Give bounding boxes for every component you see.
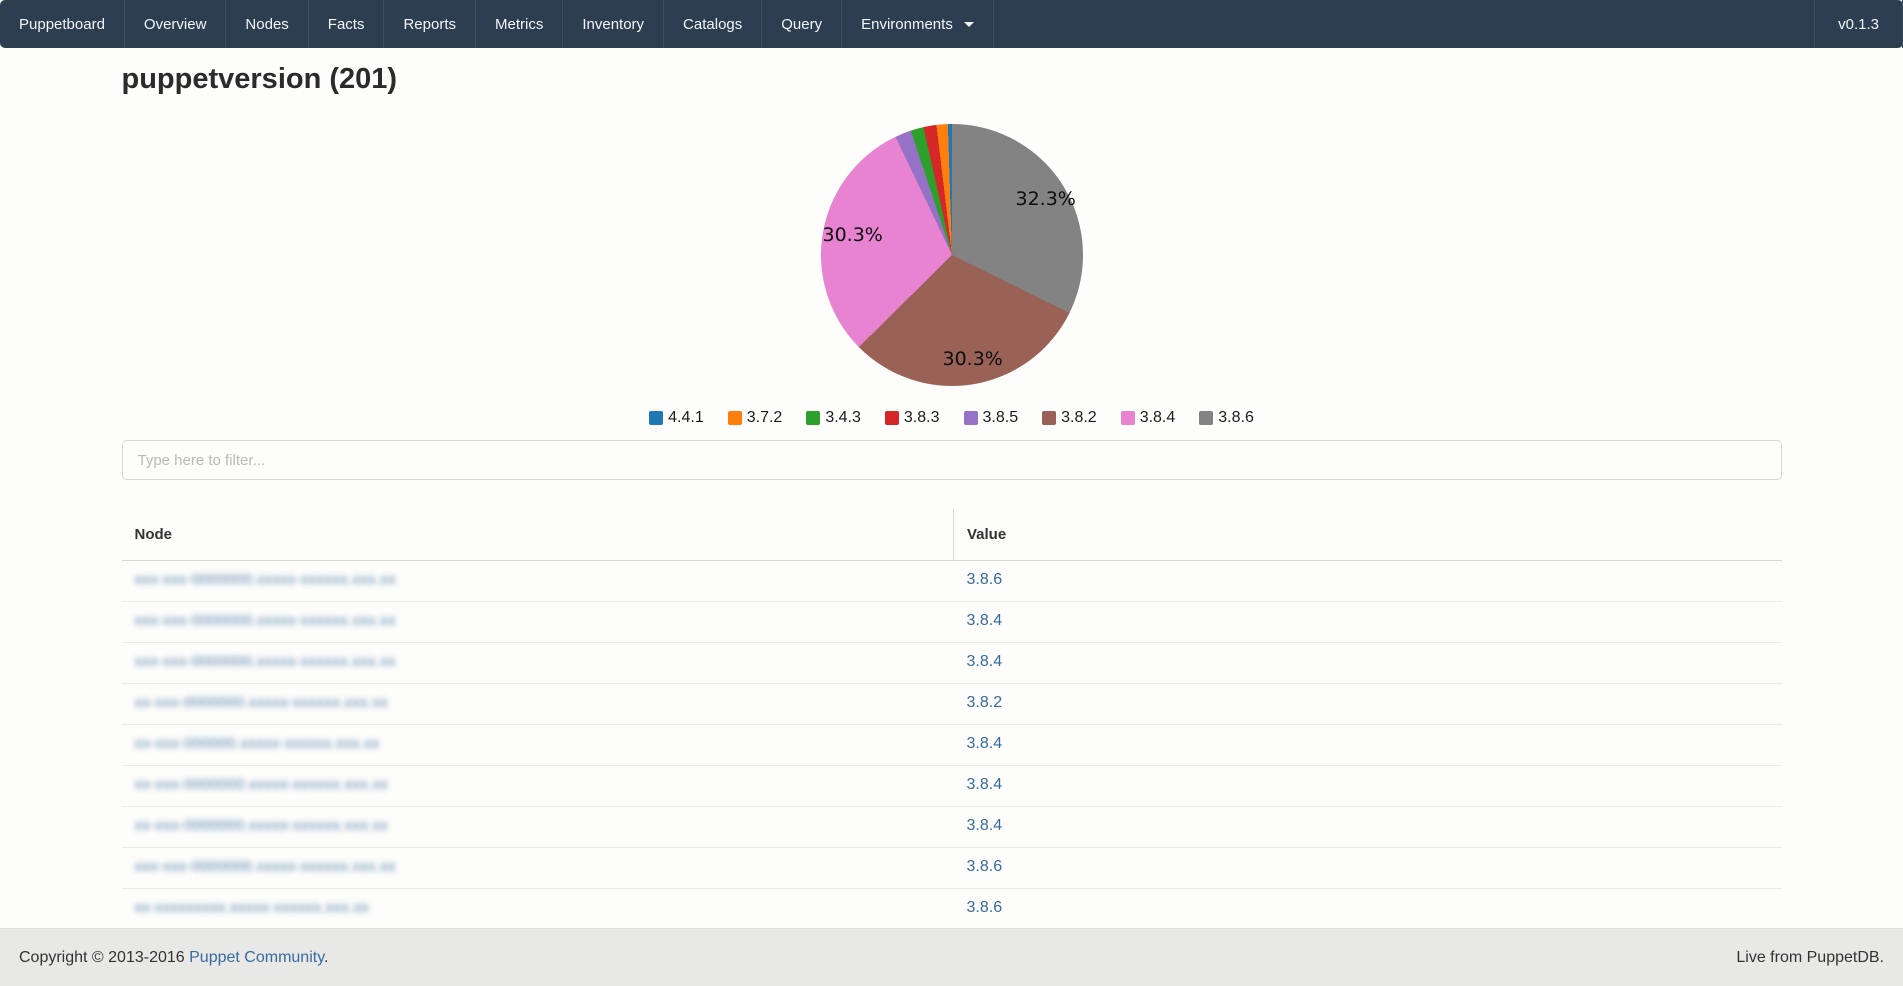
table-header-row: Node Value — [122, 509, 1782, 561]
value-link[interactable]: 3.8.4 — [967, 612, 1003, 629]
footer-status: Live from PuppetDB. — [1736, 949, 1884, 967]
node-link[interactable]: xx-xxx-000000.xxxxx-xxxxxx.xxx.xx — [135, 735, 380, 752]
legend-swatch-icon — [728, 411, 742, 425]
table-row: xx-xxx-0000000.xxxxx-xxxxxx.xxx.xx 3.8.4 — [122, 807, 1782, 848]
nav-item-environments[interactable]: Environments — [842, 0, 994, 48]
node-link[interactable]: xx-xxx-0000000.xxxxx-xxxxxx.xxx.xx — [135, 694, 389, 711]
legend-swatch-icon — [1042, 411, 1056, 425]
legend-item: 3.8.2 — [1042, 409, 1097, 427]
main-content: puppetversion (201) 32.3% 30.3% 30.3% 4.4.… — [122, 60, 1782, 930]
legend-item: 3.8.6 — [1199, 409, 1254, 427]
table-row: xx-xxx-0000000.xxxxx-xxxxxx.xxx.xx 3.8.2 — [122, 684, 1782, 725]
pie-legend: 4.4.1 3.7.2 3.4.3 3.8.3 3.8.5 3.8.2 3.8.4 3.8.6 — [122, 409, 1782, 427]
legend-swatch-icon — [806, 411, 820, 425]
legend-swatch-icon — [964, 411, 978, 425]
nav-item-facts[interactable]: Facts — [309, 0, 385, 48]
value-link[interactable]: 3.8.6 — [967, 899, 1003, 916]
node-link[interactable]: xxx-xxx-0000000.xxxxx-xxxxxx.xxx.xx — [135, 653, 396, 670]
table-row: xxx-xxx-0000000.xxxxx-xxxxxx.xxx.xx 3.8.6 — [122, 848, 1782, 889]
table-row: xx-xxx-0000000.xxxxx-xxxxxx.xxx.xx 3.8.4 — [122, 766, 1782, 807]
legend-label: 3.7.2 — [747, 409, 783, 427]
column-header-value: Value — [954, 509, 1782, 561]
value-link[interactable]: 3.8.4 — [967, 653, 1003, 670]
pie-percent-label: 30.3% — [823, 224, 883, 246]
footer-copyright: Copyright © 2013-2016 Puppet Community. — [19, 949, 328, 967]
nav-item-query[interactable]: Query — [762, 0, 842, 48]
footer: Copyright © 2013-2016 Puppet Community. … — [0, 928, 1903, 986]
legend-swatch-icon — [649, 411, 663, 425]
pie-chart: 32.3% 30.3% 30.3% — [821, 124, 1083, 386]
fact-table: Node Value xxx-xxx-0000000.xxxxx-xxxxxx.… — [122, 509, 1782, 930]
legend-label: 3.8.5 — [983, 409, 1019, 427]
node-link[interactable]: xx-xxx-0000000.xxxxx-xxxxxx.xxx.xx — [135, 817, 389, 834]
navbar: PuppetboardOverviewNodesFactsReportsMetr… — [0, 0, 1903, 48]
pie-percent-label: 30.3% — [943, 348, 1003, 370]
filter-input[interactable] — [122, 440, 1782, 480]
table-row: xxx-xxx-0000000.xxxxx-xxxxxx.xxx.xx 3.8.4 — [122, 602, 1782, 643]
pie-percent-label: 32.3% — [1016, 188, 1076, 210]
table-row: xxx-xxx-0000000.xxxxx-xxxxxx.xxx.xx 3.8.4 — [122, 643, 1782, 684]
legend-swatch-icon — [1199, 411, 1213, 425]
navbar-spacer — [994, 0, 1814, 48]
legend-label: 3.8.6 — [1218, 409, 1254, 427]
legend-swatch-icon — [885, 411, 899, 425]
value-link[interactable]: 3.8.6 — [967, 571, 1003, 588]
legend-label: 4.4.1 — [668, 409, 704, 427]
legend-swatch-icon — [1121, 411, 1135, 425]
legend-label: 3.8.2 — [1061, 409, 1097, 427]
table-row: xx-xxx-000000.xxxxx-xxxxxx.xxx.xx 3.8.4 — [122, 725, 1782, 766]
value-link[interactable]: 3.8.2 — [967, 694, 1003, 711]
node-link[interactable]: xxx-xxx-0000000.xxxxx-xxxxxx.xxx.xx — [135, 571, 396, 588]
legend-label: 3.8.4 — [1140, 409, 1176, 427]
legend-item: 3.7.2 — [728, 409, 783, 427]
legend-label: 3.4.3 — [825, 409, 861, 427]
chevron-down-icon — [964, 22, 974, 27]
legend-label: 3.8.3 — [904, 409, 940, 427]
column-header-node: Node — [122, 509, 954, 561]
nav-item-inventory[interactable]: Inventory — [563, 0, 664, 48]
value-link[interactable]: 3.8.4 — [967, 817, 1003, 834]
puppet-community-link[interactable]: Puppet Community — [189, 949, 324, 966]
nav-item-catalogs[interactable]: Catalogs — [664, 0, 762, 48]
legend-item: 3.8.3 — [885, 409, 940, 427]
value-link[interactable]: 3.8.4 — [967, 776, 1003, 793]
pie-graphic — [821, 124, 1083, 386]
node-link[interactable]: xxx-xxx-0000000.xxxxx-xxxxxx.xxx.xx — [135, 858, 396, 875]
node-link[interactable]: xx-xxx-0000000.xxxxx-xxxxxx.xxx.xx — [135, 776, 389, 793]
nav-item-reports[interactable]: Reports — [384, 0, 476, 48]
version-label: v0.1.3 — [1838, 16, 1879, 33]
version-badge: v0.1.3 — [1814, 0, 1903, 48]
legend-item: 3.4.3 — [806, 409, 861, 427]
value-link[interactable]: 3.8.6 — [967, 858, 1003, 875]
legend-item: 3.8.4 — [1121, 409, 1176, 427]
nav-item-nodes[interactable]: Nodes — [226, 0, 308, 48]
table-row: xxx-xxx-0000000.xxxxx-xxxxxx.xxx.xx 3.8.6 — [122, 561, 1782, 602]
table-row: xx-xxxxxxxxx.xxxxx-xxxxxx.xxx.xx 3.8.6 — [122, 889, 1782, 930]
nav-item-overview[interactable]: Overview — [125, 0, 227, 48]
page-title: puppetversion (201) — [122, 60, 1782, 98]
nav-item-puppetboard[interactable]: Puppetboard — [0, 0, 125, 48]
node-link[interactable]: xx-xxxxxxxxx.xxxxx-xxxxxx.xxx.xx — [135, 899, 370, 916]
value-link[interactable]: 3.8.4 — [967, 735, 1003, 752]
node-link[interactable]: xxx-xxx-0000000.xxxxx-xxxxxx.xxx.xx — [135, 612, 396, 629]
legend-item: 3.8.5 — [964, 409, 1019, 427]
nav-item-metrics[interactable]: Metrics — [476, 0, 563, 48]
legend-item: 4.4.1 — [649, 409, 704, 427]
